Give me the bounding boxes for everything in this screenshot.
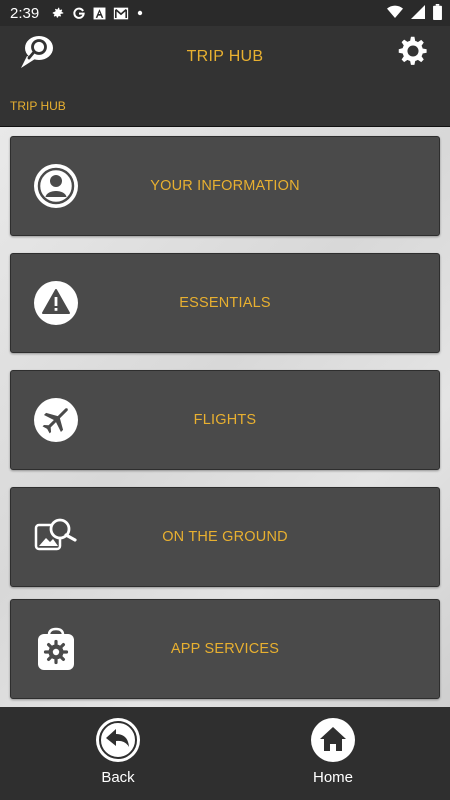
menu-item-label: YOUR INFORMATION xyxy=(150,178,300,194)
menu-item-label: APP SERVICES xyxy=(170,641,280,657)
notification-icons xyxy=(51,6,144,20)
status-time: 2:39 xyxy=(10,4,40,22)
gmail-icon xyxy=(114,7,129,19)
menu-panel: YOUR INFORMATION ESSENTIALS FLIGHTS ON T… xyxy=(0,127,450,707)
back-arrow-icon xyxy=(96,718,140,762)
menu-item-your-information[interactable]: YOUR INFORMATION xyxy=(10,136,440,236)
home-label: Home xyxy=(312,769,353,786)
bottom-nav: Back Home xyxy=(0,707,450,800)
gear-icon xyxy=(52,7,64,18)
back-button[interactable]: Back xyxy=(73,717,163,797)
status-bar: 2:39 xyxy=(0,0,450,26)
page-title: TRIP HUB xyxy=(186,48,264,65)
menu-item-essentials[interactable]: ESSENTIALS xyxy=(10,253,440,353)
menu-item-on-the-ground[interactable]: ON THE GROUND xyxy=(10,487,440,587)
app-header: TRIP HUB TRIP HUB xyxy=(0,26,450,127)
menu-item-label: FLIGHTS xyxy=(193,412,257,428)
dot-icon xyxy=(138,10,143,16)
font-icon xyxy=(93,7,106,19)
wifi-icon xyxy=(387,5,403,18)
home-icon xyxy=(311,718,355,762)
gear-icon xyxy=(398,36,427,65)
signal-icon xyxy=(411,5,425,19)
google-icon xyxy=(73,7,85,19)
menu-item-label: ESSENTIALS xyxy=(179,295,271,311)
breadcrumb: TRIP HUB xyxy=(10,99,66,113)
settings-button[interactable] xyxy=(394,32,432,70)
back-label: Back xyxy=(101,769,135,786)
menu-item-app-services[interactable]: APP SERVICES xyxy=(10,599,440,699)
menu-item-flights[interactable]: FLIGHTS xyxy=(10,370,440,470)
menu-item-label: ON THE GROUND xyxy=(162,529,288,545)
battery-icon xyxy=(433,4,442,20)
home-button[interactable]: Home xyxy=(288,717,378,797)
system-icons xyxy=(387,4,442,20)
